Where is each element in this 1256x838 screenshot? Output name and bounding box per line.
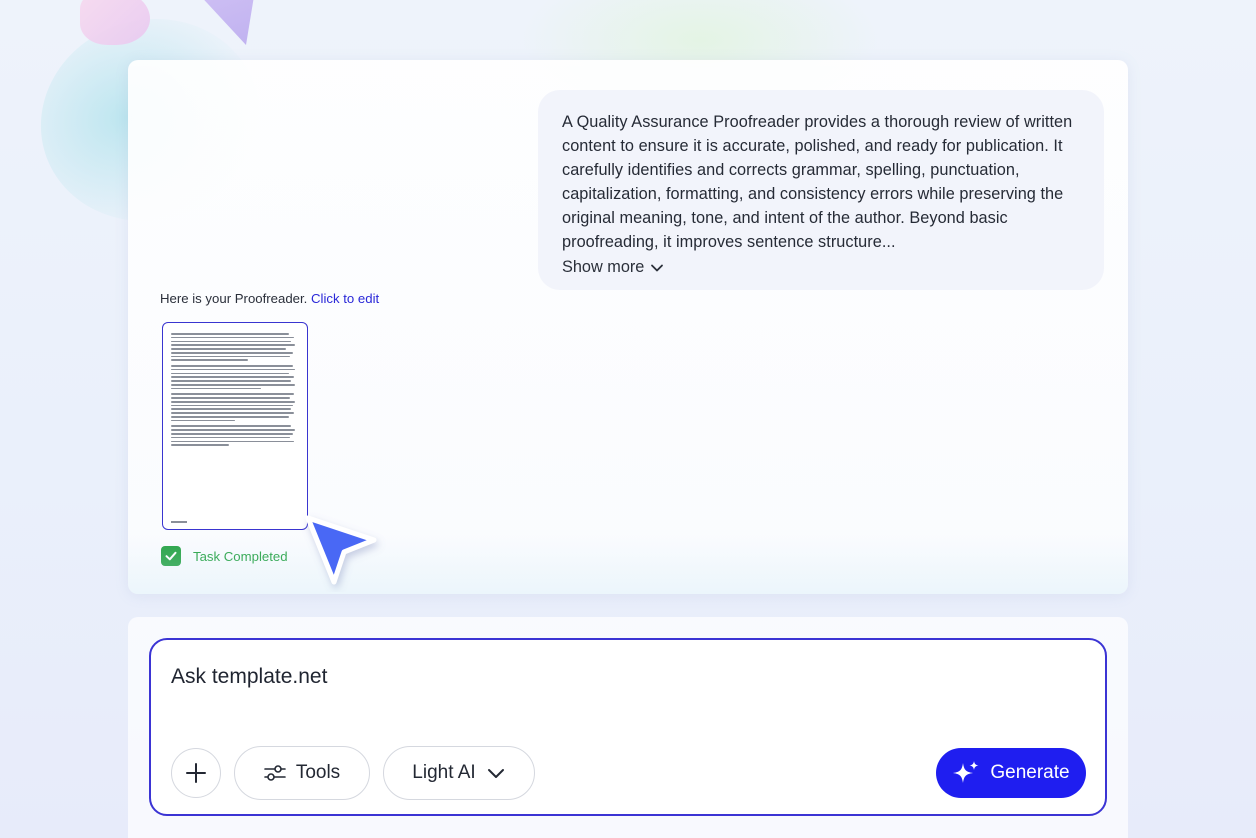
model-label: Light AI [412, 762, 476, 783]
assistant-reply: Here is your Proofreader. Click to edit [160, 291, 379, 306]
generate-label: Generate [990, 762, 1070, 783]
generate-button[interactable]: Generate [936, 748, 1086, 798]
task-checkbox [161, 546, 181, 566]
tools-label: Tools [295, 762, 341, 783]
show-more-label: Show more [562, 258, 645, 276]
prompt-input[interactable] [171, 662, 1071, 692]
pointer-cursor-icon [305, 515, 377, 585]
tools-button[interactable]: Tools [234, 746, 370, 800]
model-select[interactable]: Light AI [383, 746, 535, 800]
chat-panel: A Quality Assurance Proofreader provides… [128, 60, 1128, 594]
decorative-blob-pink [80, 0, 150, 45]
sparkle-icon [953, 761, 979, 783]
reply-intro-text: Here is your Proofreader. [160, 291, 308, 306]
task-status-label: Task Completed [193, 548, 288, 564]
chevron-down-icon [651, 264, 664, 271]
chevron-down-icon [487, 769, 504, 778]
decorative-blob-violet [195, 0, 255, 45]
document-thumbnail[interactable] [162, 322, 308, 530]
show-more-button[interactable]: Show more [562, 258, 664, 277]
sliders-icon [264, 765, 286, 781]
check-icon [165, 551, 177, 561]
plus-icon [186, 763, 206, 783]
task-status: Task Completed [161, 546, 288, 566]
click-to-edit-link[interactable]: Click to edit [311, 291, 379, 306]
prompt-box: Tools Light AI Generate [149, 638, 1107, 816]
composer-panel: Tools Light AI Generate [128, 617, 1128, 838]
add-attachment-button[interactable] [171, 748, 221, 798]
user-message-text: A Quality Assurance Proofreader provides… [562, 113, 1073, 251]
user-message-bubble: A Quality Assurance Proofreader provides… [538, 90, 1104, 290]
